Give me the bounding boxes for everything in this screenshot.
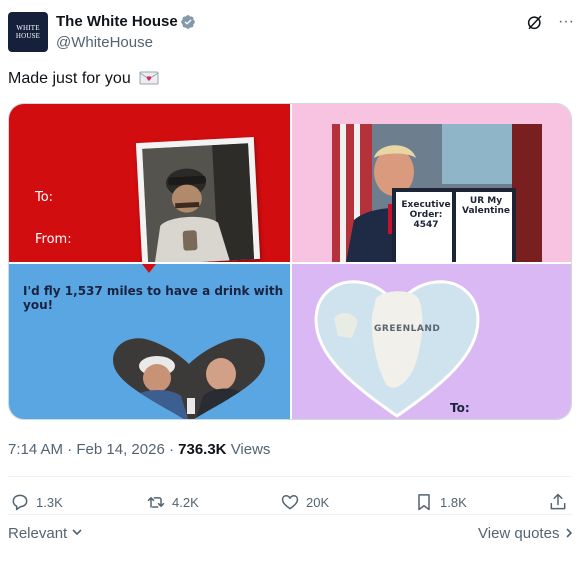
avatar-text-line2: HOUSE bbox=[15, 32, 41, 40]
valentine-card-1[interactable]: To: From: bbox=[9, 104, 290, 262]
grok-icon[interactable] bbox=[526, 13, 544, 31]
views-count: 736.3K bbox=[178, 441, 227, 458]
oval-office-signing-image bbox=[332, 124, 542, 262]
share-button[interactable] bbox=[548, 490, 574, 514]
greenland-heart-map-image bbox=[314, 280, 480, 418]
heart-icon bbox=[281, 495, 299, 510]
love-letter-emoji-icon bbox=[139, 71, 159, 85]
executive-order-text: Executive Order: 4547 bbox=[401, 200, 451, 230]
divider-bottom bbox=[8, 514, 572, 515]
heart-photo-men-drinking-image bbox=[113, 338, 265, 419]
share-icon bbox=[550, 493, 566, 510]
sort-label: Relevant bbox=[8, 525, 68, 542]
repost-button[interactable]: 4.2K bbox=[146, 490, 199, 514]
card1-to-label: To: bbox=[35, 190, 54, 205]
view-quotes-label: View quotes bbox=[478, 525, 560, 542]
views-label: Views bbox=[230, 441, 271, 458]
reply-icon bbox=[12, 494, 28, 511]
chevron-right-icon bbox=[566, 528, 572, 538]
tweet-time[interactable]: 7:14 AM bbox=[8, 441, 63, 458]
avatar[interactable]: WHITE HOUSE bbox=[8, 12, 48, 52]
media-grid[interactable]: To: From: Executive Order: 4547 UR My Va… bbox=[8, 103, 572, 420]
like-count: 20K bbox=[306, 494, 330, 510]
account-name[interactable]: The White House bbox=[56, 12, 178, 32]
repost-count: 4.2K bbox=[172, 494, 199, 510]
chevron-down-icon bbox=[72, 529, 82, 536]
tweet-text: Made just for you bbox=[8, 68, 159, 90]
bookmark-button[interactable]: 1.8K bbox=[414, 490, 467, 514]
more-options-icon[interactable]: ··· bbox=[556, 12, 576, 32]
divider-top bbox=[8, 476, 572, 477]
reply-button[interactable]: 1.3K bbox=[10, 490, 63, 514]
meta-separator-2: · bbox=[168, 441, 174, 458]
sort-replies-dropdown[interactable]: Relevant bbox=[8, 524, 83, 544]
valentine-card-2[interactable]: Executive Order: 4547 UR My Valentine bbox=[292, 104, 571, 262]
avatar-text-line1: WHITE bbox=[16, 24, 40, 32]
card4-to-label: To: bbox=[450, 401, 470, 415]
account-handle[interactable]: @WhiteHouse bbox=[56, 34, 153, 52]
valentine-card-3[interactable]: I'd fly 1,537 miles to have a drink with… bbox=[9, 264, 290, 419]
reply-count: 1.3K bbox=[36, 494, 63, 510]
valentine-card-4[interactable]: GREENLAND To: bbox=[292, 264, 571, 419]
meta-separator: · bbox=[67, 441, 73, 458]
bookmark-icon bbox=[418, 494, 430, 511]
tweet-text-content: Made just for you bbox=[8, 70, 131, 87]
tweet-meta: 7:14 AM · Feb 14, 2026 · 736.3K Views bbox=[8, 440, 270, 460]
view-quotes-link[interactable]: View quotes bbox=[478, 524, 574, 544]
card-notch bbox=[142, 264, 156, 273]
valentine-order-text: UR My Valentine bbox=[461, 196, 511, 216]
card3-caption: I'd fly 1,537 miles to have a drink with… bbox=[23, 284, 284, 312]
bookmark-count: 1.8K bbox=[440, 494, 467, 510]
card1-photo bbox=[135, 136, 261, 262]
like-button[interactable]: 20K bbox=[280, 490, 329, 514]
greenland-map-label: GREENLAND bbox=[374, 324, 441, 334]
person-in-helmet-image bbox=[142, 143, 255, 262]
tweet-date[interactable]: Feb 14, 2026 bbox=[76, 441, 164, 458]
verified-badge-icon bbox=[181, 15, 195, 29]
repost-icon bbox=[147, 497, 165, 508]
card1-from-label: From: bbox=[35, 232, 72, 247]
